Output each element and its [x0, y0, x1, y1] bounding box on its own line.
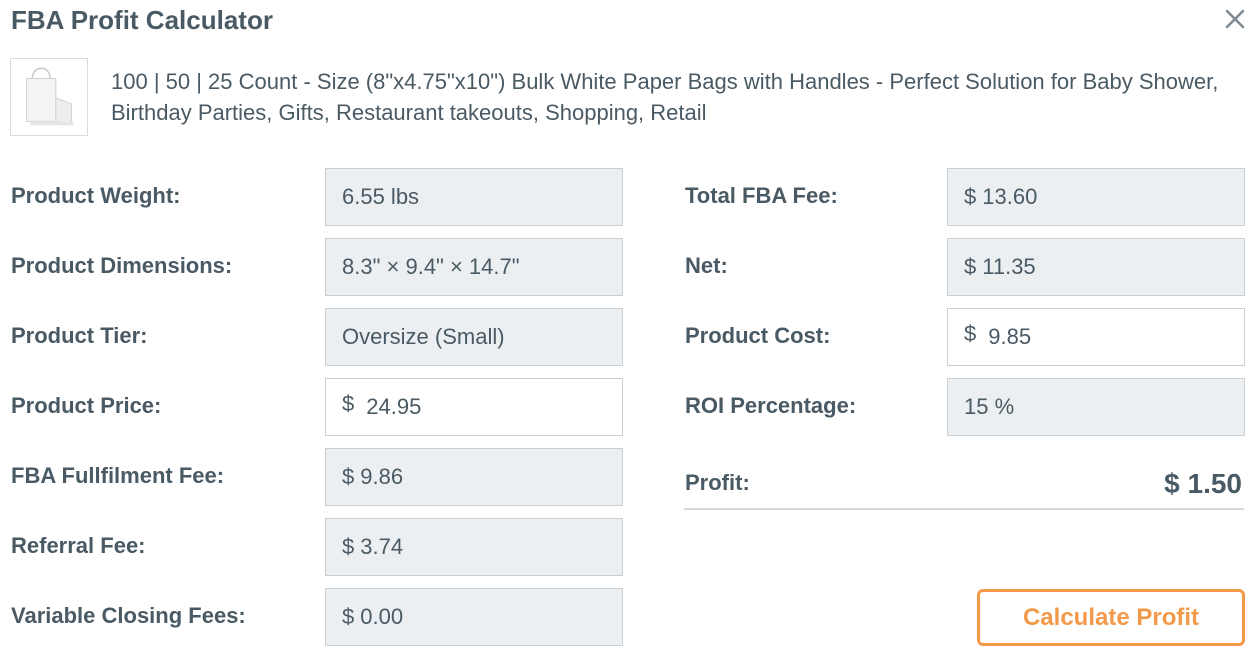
total-fba-fee-value: 13.60 [982, 184, 1038, 209]
net-field: $ 11.35 [947, 238, 1245, 296]
dialog-title: FBA Profit Calculator [11, 5, 273, 35]
product-cost-input[interactable]: $ 9.85 [947, 308, 1245, 366]
profit-label: Profit: [685, 470, 750, 495]
closing-fee-value: 0.00 [360, 604, 404, 629]
currency-symbol: $ [964, 184, 977, 209]
roi-value: 15 % [964, 394, 1015, 419]
fulfilment-fee-value: 9.86 [360, 464, 404, 489]
product-price-value[interactable]: 24.95 [366, 394, 421, 420]
product-weight-field: 6.55 lbs [325, 168, 623, 226]
product-weight-value: 6.55 lbs [342, 184, 420, 209]
currency-symbol: $ [964, 321, 977, 346]
product-dimensions-value: 8.3" × 9.4" × 14.7" [342, 254, 520, 279]
fulfilment-fee-label: FBA Fullfilment Fee: [11, 463, 225, 488]
close-icon[interactable] [1222, 6, 1248, 32]
profit-value: $ 1.50 [1164, 468, 1242, 499]
referral-fee-field: $ 3.74 [325, 518, 623, 576]
product-weight-label: Product Weight: [11, 183, 181, 208]
currency-symbol: $ [342, 604, 355, 629]
roi-field: 15 % [947, 378, 1245, 436]
currency-symbol: $ [342, 391, 355, 416]
roi-label: ROI Percentage: [685, 393, 857, 418]
product-title: 100 | 50 | 25 Count - Size (8"x4.75"x10"… [111, 69, 1219, 125]
product-price-input[interactable]: $ 24.95 [325, 378, 623, 436]
referral-fee-label: Referral Fee: [11, 533, 146, 558]
total-fba-fee-label: Total FBA Fee: [685, 183, 838, 208]
product-tier-label: Product Tier: [11, 323, 148, 348]
net-label: Net: [685, 253, 728, 278]
product-cost-label: Product Cost: [685, 323, 831, 348]
product-dimensions-label: Product Dimensions: [11, 253, 233, 278]
product-price-label: Product Price: [11, 393, 162, 418]
product-dimensions-field: 8.3" × 9.4" × 14.7" [325, 238, 623, 296]
closing-fee-field: $ 0.00 [325, 588, 623, 646]
referral-fee-value: 3.74 [360, 534, 404, 559]
calculate-profit-button[interactable]: Calculate Profit [977, 589, 1245, 646]
currency-symbol: $ [342, 464, 355, 489]
product-tier-field: Oversize (Small) [325, 308, 623, 366]
product-cost-value[interactable]: 9.85 [988, 324, 1031, 350]
currency-symbol: $ [964, 254, 977, 279]
product-tier-value: Oversize (Small) [342, 324, 505, 349]
closing-fee-label: Variable Closing Fees: [11, 603, 246, 628]
fulfilment-fee-field: $ 9.86 [325, 448, 623, 506]
profit-divider [684, 508, 1244, 510]
currency-symbol: $ [342, 534, 355, 559]
product-thumbnail [10, 58, 88, 136]
net-value: 11.35 [982, 254, 1036, 279]
total-fba-fee-field: $ 13.60 [947, 168, 1245, 226]
